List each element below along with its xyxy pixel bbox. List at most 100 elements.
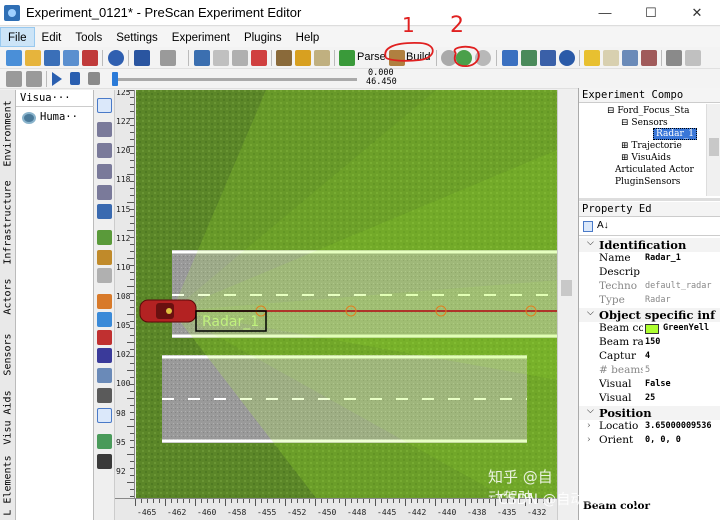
property-row[interactable]: › Locatio 3.65000009536 [579, 420, 720, 434]
property-row[interactable]: Name Radar_1 [579, 252, 720, 266]
zoom-window-icon[interactable] [97, 164, 112, 179]
close-button[interactable]: ✕ [674, 0, 720, 26]
property-value[interactable]: Radar [645, 295, 671, 305]
property-row[interactable]: Techno default_radar [579, 280, 720, 294]
new-icon[interactable] [6, 50, 22, 66]
tree-item-radar[interactable]: Radar_1 [653, 128, 698, 140]
tab-environment[interactable]: Environment [0, 90, 16, 176]
property-row[interactable]: Beam co GreenYell [579, 322, 720, 336]
tab-actors[interactable]: Actors [0, 268, 16, 324]
tree-item-plugin-sensors[interactable]: PluginSensors [615, 177, 680, 187]
property-category[interactable]: ⌵ Position [579, 406, 720, 420]
menu-file[interactable]: File [0, 27, 35, 47]
property-row[interactable]: Visual 25 [579, 392, 720, 406]
camera-left-icon[interactable] [6, 71, 22, 87]
maximize-button[interactable]: ☐ [628, 0, 674, 26]
ruler-icon[interactable] [97, 268, 112, 283]
property-value[interactable]: default_radar [645, 281, 712, 291]
scene-canvas[interactable]: Radar_1 知乎 @自动驾驶Player [136, 90, 557, 498]
help-icon[interactable] [108, 50, 124, 66]
time-slider-thumb[interactable] [112, 72, 118, 86]
property-row[interactable]: Visual False [579, 378, 720, 392]
tree-item-trajectories[interactable]: ⊞ Trajectorie [621, 141, 682, 151]
grid-tool-icon[interactable] [97, 454, 112, 469]
expand-arrow-icon[interactable]: › [587, 435, 591, 445]
grid-icon[interactable] [276, 50, 292, 66]
property-value[interactable]: 3.65000009536 [645, 421, 712, 431]
zoom-in-icon[interactable] [97, 122, 112, 137]
sort-alpha-button[interactable]: A↓ [597, 220, 609, 231]
color-icon[interactable] [97, 434, 112, 449]
tab-sensors[interactable]: Sensors [0, 324, 16, 384]
collapse-chevron-icon[interactable]: ⌵ [587, 406, 594, 416]
minimize-button[interactable]: — [582, 0, 628, 26]
expand-arrow-icon[interactable]: › [587, 421, 591, 431]
delete-icon[interactable] [251, 50, 267, 66]
viewer-icon[interactable] [502, 50, 518, 66]
property-row[interactable]: Captur 4 [579, 350, 720, 364]
property-row[interactable]: Descrip [579, 266, 720, 280]
camera-right-icon[interactable] [26, 71, 42, 87]
tree-scrollbar[interactable] [706, 104, 720, 196]
property-value[interactable]: 4 [645, 351, 650, 361]
tree-item-sensors[interactable]: ⊟ Sensors [621, 118, 668, 128]
select-pointer-icon[interactable] [97, 98, 112, 113]
menu-edit[interactable]: Edit [35, 28, 69, 48]
paste-icon[interactable] [232, 50, 248, 66]
camera-icon[interactable] [666, 50, 682, 66]
beam-color-swatch[interactable] [645, 324, 659, 334]
zoom-out-icon[interactable] [97, 143, 112, 158]
property-row[interactable]: # beams 5 [579, 364, 720, 378]
property-value[interactable]: GreenYell [663, 323, 709, 333]
property-value[interactable]: 5 [645, 365, 650, 375]
weather-icon[interactable] [603, 50, 619, 66]
tree-item-visuaids[interactable]: ⊞ VisuAids [621, 153, 671, 163]
terrain-icon[interactable] [622, 50, 638, 66]
play-icon[interactable] [52, 72, 62, 86]
star-icon[interactable] [584, 50, 600, 66]
export-icon[interactable] [82, 50, 98, 66]
key-icon[interactable] [295, 50, 311, 66]
radar-icon[interactable] [97, 348, 112, 363]
property-value[interactable]: 0, 0, 0 [645, 435, 681, 445]
scrollbar-thumb[interactable] [561, 280, 572, 296]
property-row[interactable]: Beam ra 150 [579, 336, 720, 350]
curve-icon[interactable] [97, 250, 112, 265]
pen-icon[interactable] [314, 50, 330, 66]
ford-focus-car[interactable] [139, 299, 197, 323]
sensor-beam-icon[interactable] [97, 312, 112, 327]
camera-sensor-icon[interactable] [97, 368, 112, 383]
menu-settings[interactable]: Settings [109, 28, 165, 48]
property-value[interactable]: 150 [645, 337, 660, 347]
open-icon[interactable] [25, 50, 41, 66]
tab-visu-aids[interactable]: Visu Aids [0, 384, 16, 450]
menu-help[interactable]: Help [289, 28, 327, 48]
globe-icon[interactable] [559, 50, 575, 66]
tab-infrastructure[interactable]: Infrastructure [0, 176, 16, 268]
categorized-icon[interactable] [583, 221, 593, 232]
menu-experiment[interactable]: Experiment [165, 28, 237, 48]
time-slider[interactable] [112, 72, 357, 86]
tab-l-elements[interactable]: L Elements [0, 450, 16, 520]
parse-icon[interactable] [339, 50, 355, 66]
property-value[interactable]: Radar_1 [645, 253, 681, 263]
property-row[interactable]: › Orient 0, 0, 0 [579, 434, 720, 448]
property-value[interactable]: False [645, 379, 671, 389]
tree-item-articulated-actors[interactable]: Articulated Actor [615, 165, 694, 175]
terrain-tool-icon[interactable] [97, 388, 112, 403]
table-icon[interactable] [540, 50, 556, 66]
pan-icon[interactable] [97, 204, 112, 219]
pause-icon[interactable] [70, 72, 80, 85]
path-draw-icon[interactable] [97, 230, 112, 245]
settings-icon[interactable] [685, 50, 701, 66]
property-row[interactable]: Type Radar [579, 294, 720, 308]
collapse-chevron-icon[interactable]: ⌵ [587, 308, 594, 318]
cut-icon[interactable] [194, 50, 210, 66]
zoom-fit-icon[interactable] [97, 185, 112, 200]
sensor-view-icon[interactable] [521, 50, 537, 66]
human-view-item[interactable]: Huma·· [22, 111, 92, 127]
tree-scrollbar-thumb[interactable] [709, 138, 719, 156]
copy-icon[interactable] [213, 50, 229, 66]
measure-icon[interactable] [97, 408, 112, 423]
panel-divider[interactable] [579, 198, 720, 201]
